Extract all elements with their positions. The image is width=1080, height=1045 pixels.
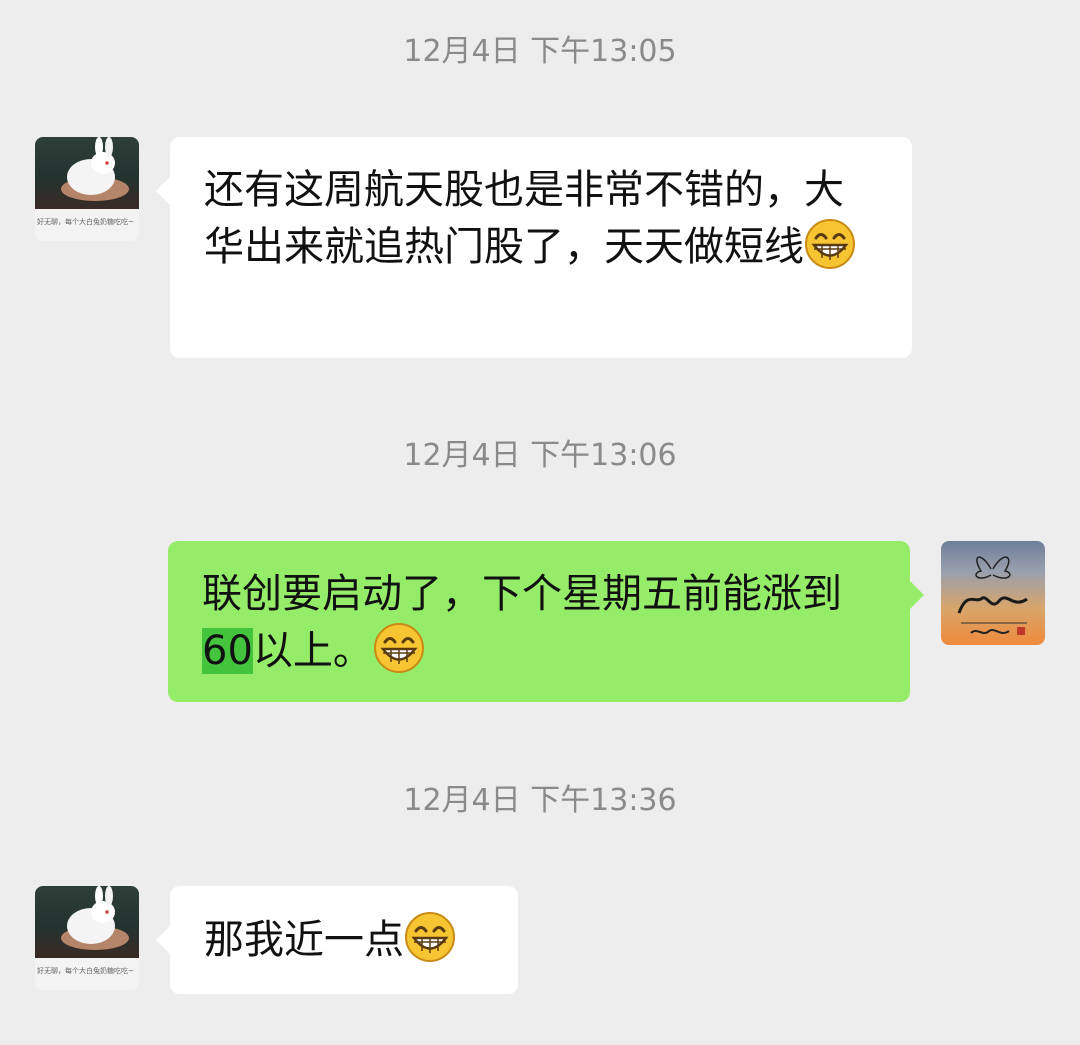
rabbit-photo-icon — [35, 886, 139, 958]
message-text: 还有这周航天股也是非常不错的，大华出来就追热门股了，天天做短线 — [204, 167, 844, 270]
outgoing-message-bubble[interactable]: 联创要启动了，下个星期五前能涨到 60以上。 — [168, 541, 924, 702]
contact-avatar[interactable]: 好无聊，每个大白兔奶糖吃吃~ — [35, 137, 139, 241]
message-text: 那我近一点 — [204, 917, 404, 963]
rabbit-photo-icon — [35, 137, 139, 209]
grinning-face-icon — [373, 623, 424, 673]
message-text-end: 以上。 — [252, 628, 373, 674]
bubble-tail — [156, 926, 170, 954]
bubble-tail — [156, 177, 170, 205]
my-avatar[interactable] — [941, 541, 1045, 645]
message-text: 联创要启动了，下个星期五前能涨到 — [202, 571, 842, 617]
timestamp: 12月4日 下午13:36 — [403, 783, 677, 818]
incoming-message-bubble[interactable]: 还有这周航天股也是非常不错的，大华出来就追热门股了，天天做短线 — [156, 137, 912, 358]
timestamp: 12月4日 下午13:06 — [403, 438, 677, 473]
avatar-caption: 好无聊，每个大白兔奶糖吃吃~ — [37, 967, 134, 975]
avatar-caption: 好无聊，每个大白兔奶糖吃吃~ — [37, 218, 134, 226]
timestamp: 12月4日 下午13:05 — [403, 34, 677, 69]
butterfly-calligraphy-icon — [957, 556, 1028, 635]
highlighted-number[interactable]: 60 — [202, 628, 253, 674]
contact-avatar[interactable]: 好无聊，每个大白兔奶糖吃吃~ — [35, 886, 139, 990]
grinning-face-icon — [805, 219, 855, 269]
bubble-tail — [910, 581, 924, 609]
grinning-face-icon — [405, 912, 455, 962]
incoming-message-bubble[interactable]: 那我近一点 — [156, 886, 518, 994]
